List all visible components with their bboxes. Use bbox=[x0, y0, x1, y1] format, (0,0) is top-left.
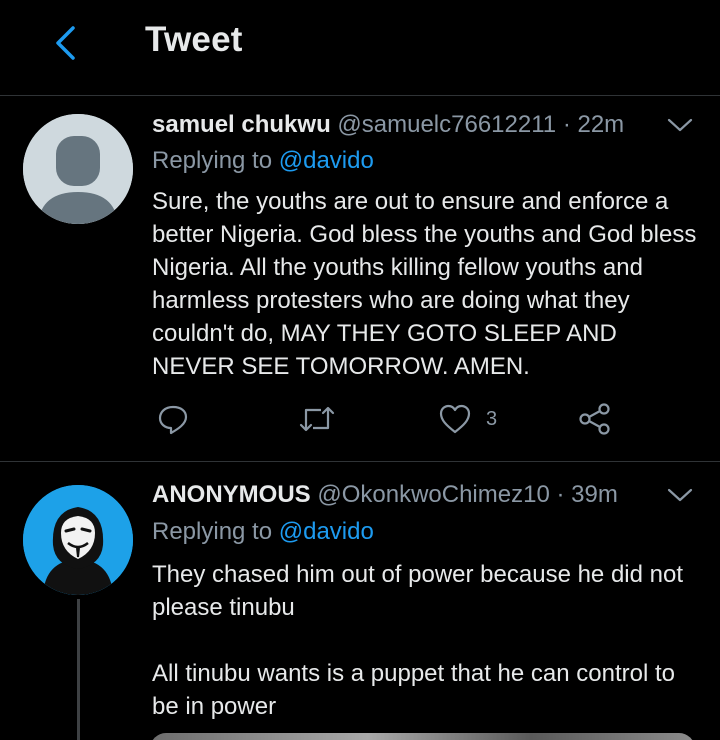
reply-icon bbox=[158, 405, 188, 435]
tweet[interactable]: ANONYMOUS @OkonkwoChimez10 · 39m Replyin… bbox=[0, 463, 720, 740]
replying-to: Replying to @davido bbox=[152, 518, 374, 546]
share-button[interactable] bbox=[578, 399, 612, 439]
timestamp[interactable]: 22m bbox=[577, 111, 624, 138]
like-count: 3 bbox=[486, 407, 498, 430]
replying-prefix: Replying to bbox=[152, 147, 273, 174]
tweet-text: They chased him out of power because he … bbox=[152, 561, 683, 720]
tweet[interactable]: samuel chukwu @samuelc76612211 · 22m Rep… bbox=[0, 97, 720, 462]
user-handle[interactable]: @OkonkwoChimez10 bbox=[317, 481, 549, 508]
replying-to: Replying to @davido bbox=[152, 147, 374, 175]
user-handle[interactable]: @samuelc76612211 bbox=[337, 111, 556, 138]
media-preview[interactable] bbox=[150, 733, 695, 740]
anonymous-mask-icon bbox=[23, 485, 133, 595]
avatar[interactable] bbox=[23, 485, 133, 595]
retweet-icon bbox=[299, 406, 335, 432]
tweet-text: Sure, the youths are out to ensure and e… bbox=[152, 188, 697, 380]
mention-link[interactable]: @davido bbox=[279, 518, 374, 545]
back-button[interactable] bbox=[40, 18, 90, 68]
mention-link[interactable]: @davido bbox=[279, 147, 374, 174]
tweet-actions: 3 bbox=[152, 399, 622, 439]
reply-button[interactable] bbox=[156, 399, 190, 439]
share-icon bbox=[579, 403, 610, 435]
like-button[interactable]: 3 bbox=[438, 399, 497, 439]
more-options-button[interactable] bbox=[666, 485, 694, 505]
replying-prefix: Replying to bbox=[152, 518, 273, 545]
heart-icon bbox=[439, 404, 471, 434]
tweet-meta: samuel chukwu @samuelc76612211 · 22m bbox=[152, 111, 624, 139]
display-name[interactable]: samuel chukwu bbox=[152, 111, 331, 138]
retweet-button[interactable] bbox=[298, 399, 336, 439]
meta-separator: · bbox=[556, 481, 565, 508]
avatar[interactable] bbox=[23, 114, 133, 224]
more-options-button[interactable] bbox=[666, 115, 694, 135]
chevron-down-icon bbox=[667, 118, 693, 132]
chevron-down-icon bbox=[667, 488, 693, 502]
timestamp[interactable]: 39m bbox=[571, 481, 618, 508]
thread-line bbox=[77, 599, 80, 740]
tweet-meta: ANONYMOUS @OkonkwoChimez10 · 39m bbox=[152, 481, 618, 509]
header-bar: Tweet bbox=[0, 0, 720, 96]
page-title: Tweet bbox=[145, 20, 243, 59]
default-avatar-icon bbox=[23, 114, 133, 224]
meta-separator: · bbox=[562, 111, 571, 138]
display-name[interactable]: ANONYMOUS bbox=[152, 481, 311, 508]
chevron-left-icon bbox=[56, 26, 75, 60]
